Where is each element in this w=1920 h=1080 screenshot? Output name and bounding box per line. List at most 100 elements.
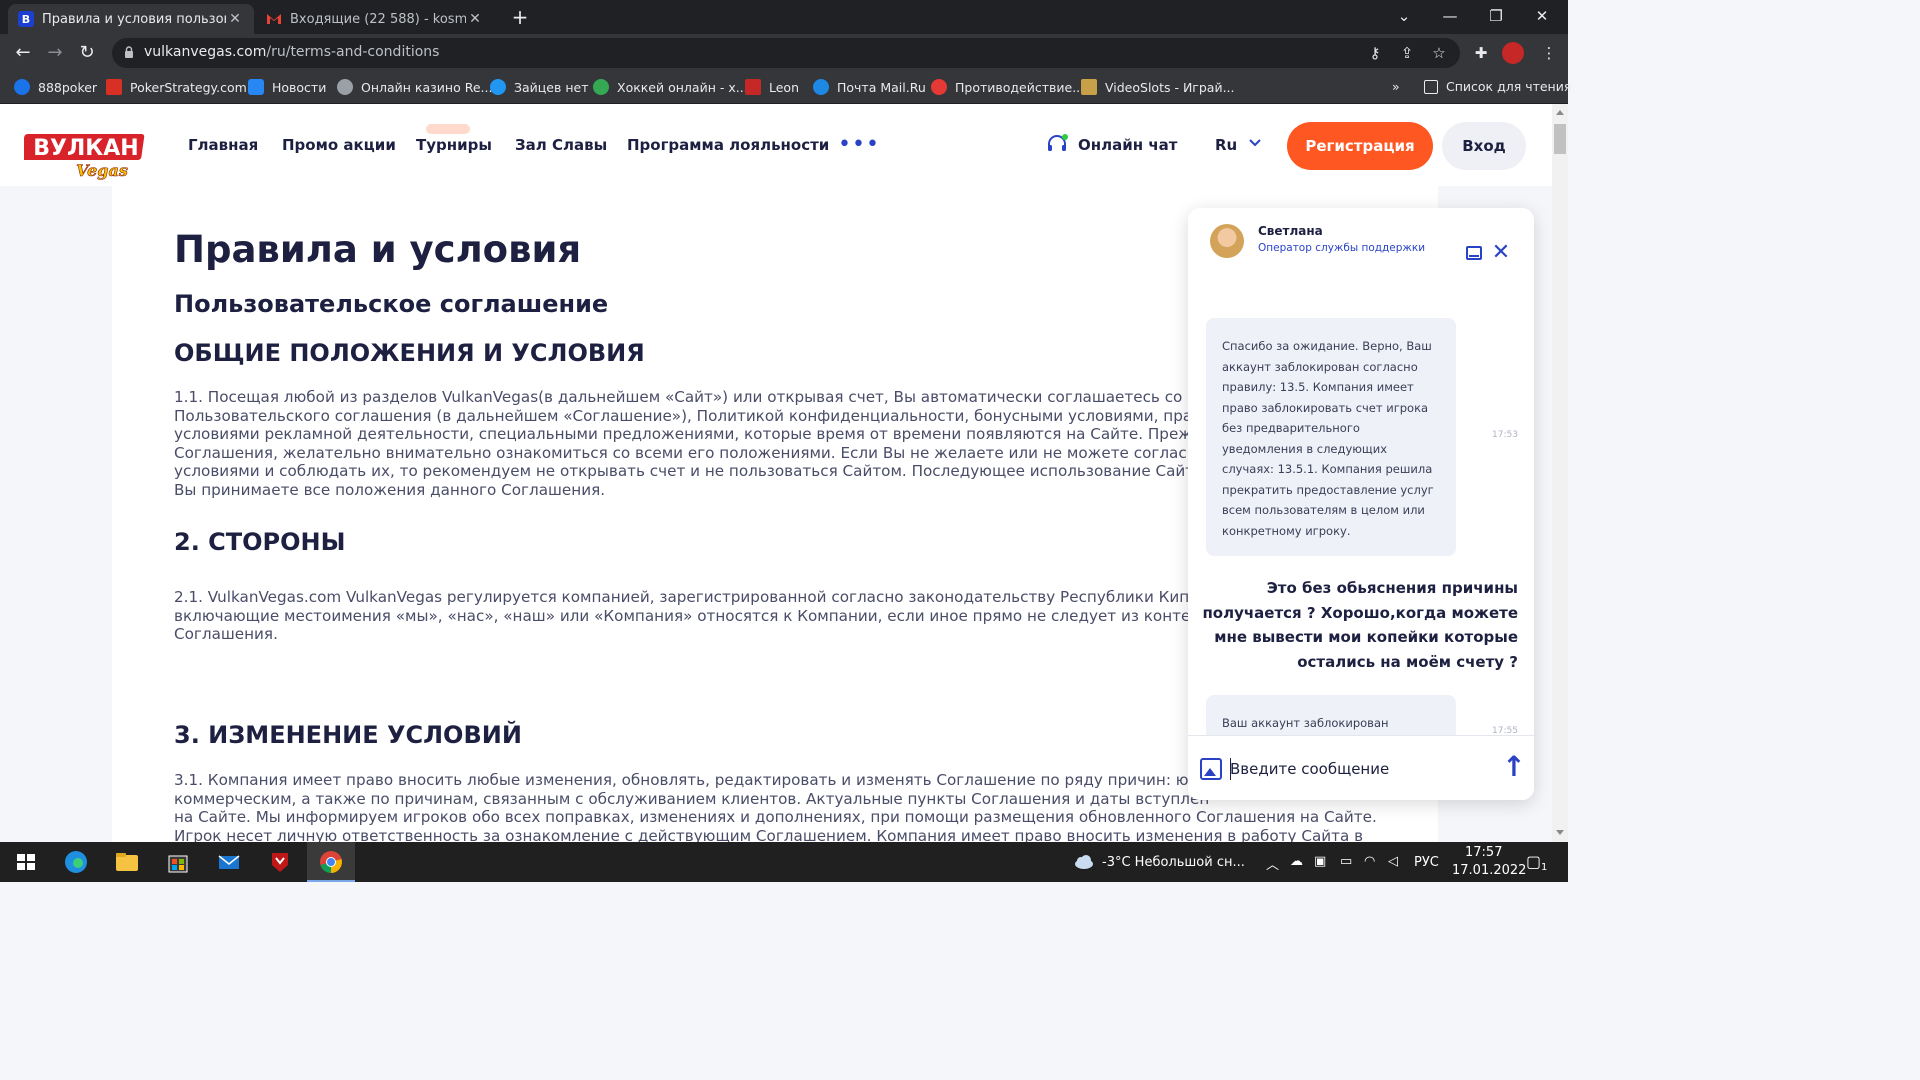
bookmark-casino[interactable]: Онлайн казино Re... <box>337 79 492 95</box>
tray-chevron-up-icon[interactable]: ︿ <box>1266 854 1279 873</box>
support-chat-widget: Светлана Оператор службы поддержки ✕ Спа… <box>1188 208 1534 800</box>
chrome-icon[interactable] <box>317 848 345 876</box>
bookmark-vk-news[interactable]: Новости <box>248 79 326 95</box>
scrollbar-thumb[interactable] <box>1554 124 1566 154</box>
bookmark-videoslots[interactable]: VideoSlots - Играй... <box>1081 79 1235 95</box>
bookmark-icon <box>337 79 353 95</box>
share-icon[interactable]: ⇪ <box>1398 44 1416 62</box>
svg-text:Vegas: Vegas <box>76 161 128 180</box>
bookmarks-bar: 888poker PokerStrategy.com Новости Онлай… <box>0 72 1571 104</box>
tab-close-icon[interactable]: ✕ <box>466 11 484 27</box>
bookmarks-overflow-button[interactable]: » <box>1392 79 1400 94</box>
tab-gmail[interactable]: Входящие (22 588) - kosmagame ✕ <box>256 4 494 34</box>
bookmark-star-icon[interactable]: ☆ <box>1430 44 1448 62</box>
bookmark-icon <box>931 79 947 95</box>
text-caret <box>1230 758 1231 780</box>
active-app-indicator <box>307 880 355 882</box>
address-bar[interactable]: vulkanvegas.com/ru/terms-and-conditions … <box>112 38 1460 68</box>
profile-avatar[interactable] <box>1502 42 1524 64</box>
file-explorer-icon[interactable] <box>113 848 141 876</box>
page-title: Правила и условия <box>174 228 582 271</box>
attach-image-icon[interactable] <box>1200 758 1222 780</box>
tab-close-icon[interactable]: ✕ <box>226 11 244 27</box>
section-2-title: 2. СТОРОНЫ <box>174 528 346 556</box>
edge-icon[interactable] <box>62 848 90 876</box>
tray-app-icon[interactable]: ▣ <box>1314 854 1326 869</box>
section-3-title: 3. ИЗМЕНЕНИЕ УСЛОВИЙ <box>174 721 522 749</box>
scroll-down-icon[interactable] <box>1556 830 1564 835</box>
weather-cloud-icon[interactable] <box>1070 848 1098 876</box>
vulkan-vegas-logo[interactable]: ВУЛКАН Vegas <box>24 124 148 180</box>
chat-input-area: ↑ <box>1188 735 1534 800</box>
store-icon[interactable] <box>164 848 192 876</box>
close-window-button[interactable]: ✕ <box>1519 0 1565 34</box>
online-chat-label: Онлайн чат <box>1078 136 1178 154</box>
mcafee-icon[interactable] <box>266 848 294 876</box>
nav-loyalty[interactable]: Программа лояльности <box>627 136 829 154</box>
reading-list-button[interactable]: Список для чтения <box>1424 79 1571 94</box>
online-chat-link[interactable]: Онлайн чат <box>1046 134 1177 156</box>
key-icon[interactable]: ⚷ <box>1366 44 1384 62</box>
volume-icon[interactable]: ◁ <box>1388 854 1398 869</box>
language-selector[interactable]: Ru <box>1215 136 1237 154</box>
clock-date[interactable]: 17.01.2022 <box>1452 863 1526 878</box>
input-language[interactable]: РУС <box>1414 855 1439 870</box>
bookmark-icon <box>106 79 122 95</box>
more-menu-icon[interactable]: ••• <box>838 132 880 157</box>
nav-hall-of-fame[interactable]: Зал Славы <box>515 136 607 154</box>
page-subtitle: Пользовательское соглашение <box>174 290 609 318</box>
nav-promo[interactable]: Промо акции <box>282 136 396 154</box>
forward-button[interactable]: → <box>40 38 70 68</box>
battery-icon[interactable]: ▭ <box>1340 854 1352 869</box>
nav-tournaments[interactable]: Турниры <box>416 136 492 154</box>
headset-icon <box>1048 134 1068 151</box>
back-button[interactable]: ← <box>8 38 38 68</box>
bookmark-protivodeistvie[interactable]: Противодействие... <box>931 79 1084 95</box>
bookmark-mailru[interactable]: Почта Mail.Ru <box>813 79 926 95</box>
send-arrow-icon[interactable]: ↑ <box>1500 752 1528 782</box>
mail-icon[interactable] <box>215 848 243 876</box>
browser-toolbar: ← → ↻ vulkanvegas.com/ru/terms-and-condi… <box>0 34 1568 72</box>
nav-home[interactable]: Главная <box>188 136 258 154</box>
chat-message-input[interactable] <box>1230 756 1480 782</box>
weather-text[interactable]: -3°C Небольшой сн... <box>1102 855 1245 870</box>
onedrive-icon[interactable]: ☁ <box>1290 854 1303 869</box>
section-1-title: ОБЩИЕ ПОЛОЖЕНИЯ И УСЛОВИЯ <box>174 339 645 367</box>
browser-tab-bar: B Правила и условия пользовате ✕ Входящи… <box>0 0 1568 34</box>
notification-count: 1 <box>1541 862 1548 873</box>
register-button[interactable]: Регистрация <box>1287 122 1433 170</box>
tab-search-icon[interactable]: ⌄ <box>1381 0 1427 34</box>
user-message: Это без обьяснения причины получается ? … <box>1202 579 1518 671</box>
extensions-icon[interactable]: ✚ <box>1470 42 1492 64</box>
bookmark-hockey[interactable]: Хоккей онлайн - х... <box>593 79 748 95</box>
tab-title: Входящие (22 588) - kosmagame <box>290 11 466 27</box>
minimize-chat-icon[interactable] <box>1466 246 1482 260</box>
wifi-icon[interactable]: ◠ <box>1364 854 1375 869</box>
bookmark-zaitsev[interactable]: Зайцев нет <box>490 79 588 95</box>
bookmark-888poker[interactable]: 888poker <box>14 79 97 95</box>
login-button[interactable]: Вход <box>1442 122 1526 170</box>
new-badge <box>426 124 470 134</box>
tab-terms[interactable]: B Правила и условия пользовате ✕ <box>8 4 254 34</box>
clock-time[interactable]: 17:57 <box>1465 845 1502 860</box>
at-icon <box>813 79 829 95</box>
minimize-button[interactable]: — <box>1427 0 1473 34</box>
svg-text:ВУЛКАН: ВУЛКАН <box>33 136 138 161</box>
operator-role: Оператор службы поддержки <box>1258 242 1426 254</box>
restore-button[interactable]: ❐ <box>1473 0 1519 34</box>
new-tab-button[interactable]: + <box>508 6 532 30</box>
scroll-up-icon[interactable] <box>1556 110 1564 115</box>
windows-start-icon[interactable] <box>12 848 40 876</box>
bookmark-pokerstrategy[interactable]: PokerStrategy.com <box>106 79 247 95</box>
close-chat-icon[interactable]: ✕ <box>1490 242 1512 264</box>
vk-icon <box>248 79 264 95</box>
message-time: 17:53 <box>1492 430 1518 440</box>
bookmark-leon[interactable]: Leon <box>745 79 799 95</box>
reading-list-icon <box>1424 79 1438 94</box>
menu-kebab-icon[interactable]: ⋮ <box>1538 42 1560 64</box>
chevron-down-icon[interactable] <box>1248 138 1262 148</box>
bookmark-icon <box>14 79 30 95</box>
notifications-icon[interactable]: ▢ <box>1526 852 1541 871</box>
page-scrollbar[interactable] <box>1552 104 1568 842</box>
reload-button[interactable]: ↻ <box>72 38 102 68</box>
